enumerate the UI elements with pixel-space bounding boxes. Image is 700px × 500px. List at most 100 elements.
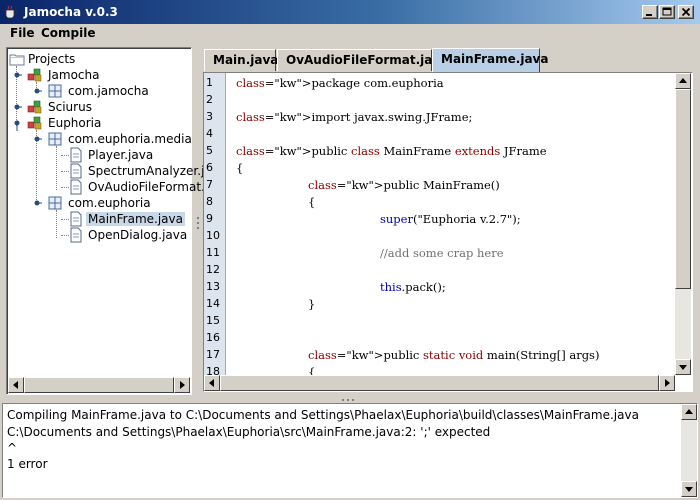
code-line: { <box>308 195 316 209</box>
code-line: this.pack(); <box>380 280 446 294</box>
arrow-up-icon <box>685 409 693 414</box>
maximize-button[interactable] <box>659 5 675 19</box>
tab-mainframe-java[interactable]: MainFrame.java <box>432 48 548 72</box>
compiler-output[interactable]: Compiling MainFrame.java to C:\Documents… <box>2 403 698 498</box>
arrow-right-icon <box>665 379 670 387</box>
scroll-down-button[interactable] <box>681 481 697 497</box>
code-editor[interactable]: 1 2 3 4 5 6 7 8 9 10 11 12 13 14 15 16 17 18 class="kw">p… <box>203 72 693 392</box>
line-number: 17 <box>206 348 220 361</box>
scroll-up-button[interactable] <box>681 404 697 420</box>
tree-node-label: Euphoria <box>48 116 102 130</box>
line-number: 6 <box>206 161 213 174</box>
editor-vertical-scrollbar[interactable] <box>675 73 691 375</box>
code-line: class="kw">public MainFrame() <box>308 178 500 192</box>
tree-node-label: com.jamocha <box>68 84 149 98</box>
line-number: 13 <box>206 280 220 293</box>
line-number-gutter: 1 2 3 4 5 6 7 8 9 10 11 12 13 14 15 16 17 18 <box>204 73 226 378</box>
project-cubes-icon <box>27 68 42 82</box>
expand-handle-icon[interactable] <box>12 67 22 83</box>
scroll-up-button[interactable] <box>675 73 691 89</box>
scroll-thumb[interactable] <box>24 377 174 393</box>
tree-node-label: MainFrame.java <box>86 212 185 226</box>
code-line: class="kw">import javax.swing.JFrame; <box>236 110 473 124</box>
line-number: 1 <box>206 76 213 89</box>
line-number: 10 <box>206 229 220 242</box>
scroll-thumb[interactable] <box>220 375 659 391</box>
tree-node-label: com.euphoria.media <box>68 132 192 146</box>
line-number: 2 <box>206 93 213 106</box>
arrow-down-icon <box>685 487 693 492</box>
project-cubes-icon <box>27 116 42 130</box>
line-number: 5 <box>206 144 213 157</box>
file-icon <box>70 211 82 227</box>
package-icon <box>48 132 62 146</box>
scroll-right-button[interactable] <box>659 375 675 391</box>
expand-handle-icon[interactable] <box>32 83 42 99</box>
tab-ovaudiofileformat-java[interactable]: OvAudioFileFormat.java <box>277 49 448 71</box>
expand-handle-icon[interactable] <box>12 99 22 115</box>
arrow-down-icon <box>679 365 687 370</box>
arrow-up-icon <box>679 78 687 83</box>
line-number: 7 <box>206 178 213 191</box>
code-line: { <box>308 365 316 375</box>
vertical-splitter[interactable] <box>195 47 201 397</box>
package-icon <box>48 196 62 210</box>
project-cubes-icon <box>27 100 42 114</box>
maximize-icon <box>662 7 672 16</box>
editor-horizontal-scrollbar[interactable] <box>204 375 675 391</box>
tree-node-label: Sciurus <box>48 100 92 114</box>
file-icon <box>70 179 82 195</box>
tree-node-label: Player.java <box>88 148 154 162</box>
line-number: 12 <box>206 263 220 276</box>
output-line: 1 error <box>7 457 48 471</box>
line-number: 3 <box>206 110 213 123</box>
code-line: //add some crap here <box>380 246 504 260</box>
tree-horizontal-scrollbar[interactable] <box>8 377 190 393</box>
file-icon <box>70 163 82 179</box>
code-line: class="kw">public class MainFrame extend… <box>236 144 547 158</box>
arrow-left-icon <box>13 381 18 389</box>
package-icon <box>48 84 62 98</box>
tree-node-label: com.euphoria <box>68 196 151 210</box>
code-line: { <box>236 161 244 175</box>
minimize-button[interactable] <box>642 5 658 19</box>
code-line: super("Euphoria v.2.7"); <box>380 212 521 226</box>
minimize-icon <box>646 14 652 16</box>
output-line: ^ <box>7 441 18 455</box>
tree-node-label: Jamocha <box>48 68 100 82</box>
folder-icon <box>9 54 25 66</box>
output-line: Compiling MainFrame.java to C:\Documents… <box>7 408 639 422</box>
close-icon <box>681 7 691 17</box>
window-title: Jamocha v.0.3 <box>24 5 118 19</box>
code-line: class="kw">package com.euphoria <box>236 76 444 90</box>
arrow-left-icon <box>209 379 214 387</box>
code-line: } <box>308 297 316 311</box>
scroll-right-button[interactable] <box>174 377 190 393</box>
file-icon <box>70 227 82 243</box>
code-area[interactable]: class="kw">package com.euphoria class="kw… <box>226 73 672 375</box>
line-number: 4 <box>206 127 213 140</box>
menu-compile[interactable]: Compile <box>39 26 98 40</box>
scroll-left-button[interactable] <box>204 375 220 391</box>
tab-main-java[interactable]: Main.java <box>204 49 278 71</box>
code-line: class="kw">public static void main(Strin… <box>308 348 600 362</box>
tree-node-label: Projects <box>28 52 76 66</box>
line-number: 9 <box>206 212 213 225</box>
close-button[interactable] <box>678 5 694 19</box>
collapse-handle-icon[interactable] <box>32 195 42 211</box>
title-bar[interactable]: Jamocha v.0.3 <box>0 0 700 24</box>
line-number: 14 <box>206 297 220 310</box>
line-number: 8 <box>206 195 213 208</box>
arrow-right-icon <box>180 381 185 389</box>
output-vertical-scrollbar[interactable] <box>681 404 697 497</box>
scroll-thumb[interactable] <box>675 89 691 289</box>
line-number: 16 <box>206 331 220 344</box>
collapse-handle-icon[interactable] <box>12 115 22 131</box>
menu-bar: File Compile <box>0 24 700 44</box>
scroll-down-button[interactable] <box>675 359 691 375</box>
project-tree[interactable]: Projects Jamocha com.jamocha Sciurus Eup… <box>6 47 230 395</box>
menu-file[interactable]: File <box>8 26 37 40</box>
tree-node-label: OpenDialog.java <box>88 228 188 242</box>
scroll-left-button[interactable] <box>8 377 24 393</box>
collapse-handle-icon[interactable] <box>32 131 42 147</box>
